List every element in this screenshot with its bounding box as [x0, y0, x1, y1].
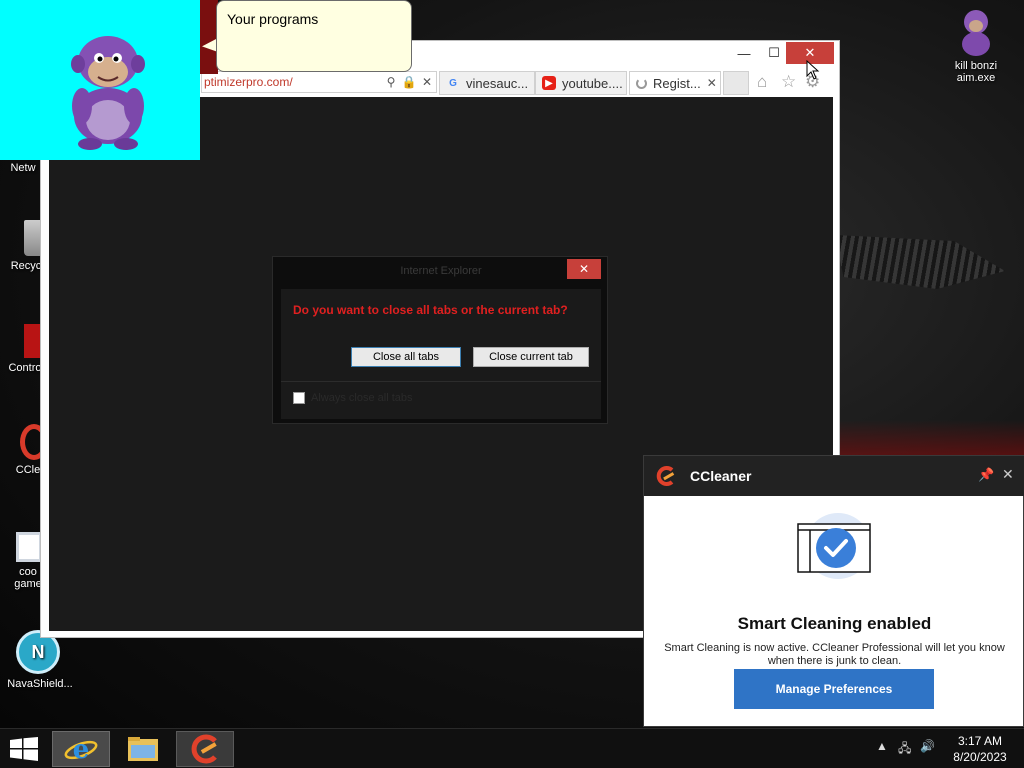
tab-label: youtube.... [562, 75, 623, 91]
ccleaner-heading: Smart Cleaning enabled [737, 614, 932, 633]
taskbar-file-explorer[interactable] [114, 731, 172, 767]
lock-icon[interactable]: 🔒 [400, 75, 418, 89]
speech-text: Your programs [227, 11, 319, 27]
smart-cleaning-check-icon [797, 513, 871, 579]
home-icon[interactable]: ⌂ [757, 72, 767, 92]
ccleaner-icon [191, 734, 217, 764]
tab-label: vinesauc... [466, 75, 529, 91]
ccleaner-logo-icon [656, 466, 675, 486]
wallpaper-shape [835, 235, 1005, 289]
desktop-icon-label: Recyc [10, 260, 42, 272]
taskbar: e ▲ 🖧 🔊 3:17 AM 8/20/2023 [0, 728, 1024, 768]
close-all-tabs-button[interactable]: Close all tabs [351, 347, 461, 367]
dialog-body: Do you want to close all tabs or the cur… [281, 289, 601, 419]
internet-explorer-icon: e [64, 735, 98, 765]
desktop-icon-label: Contro [8, 362, 42, 374]
folder-icon [128, 737, 158, 761]
clock-date: 8/20/2023 [953, 750, 1007, 764]
always-close-checkbox[interactable] [293, 392, 305, 404]
pin-icon[interactable]: 📌 [978, 467, 994, 483]
wallpaper-glow [840, 420, 1024, 460]
youtube-icon: ▶ [542, 76, 556, 90]
search-icon[interactable]: ⚲ [382, 75, 400, 89]
address-text: ptimizerpro.com/ [204, 75, 293, 89]
google-icon: G [449, 77, 457, 89]
manage-preferences-button[interactable]: Manage Preferences [734, 669, 934, 709]
tab-youtube[interactable]: ▶ youtube.... [535, 71, 627, 95]
tab-register[interactable]: Regist... ✕ [629, 71, 721, 95]
dialog-title: Internet Explorer [400, 265, 482, 277]
desktop-icon-label: aim.exe [956, 72, 996, 84]
ccleaner-header: CCleaner 📌 ✕ [644, 456, 1024, 496]
taskbar-clock[interactable]: 3:17 AM 8/20/2023 [940, 733, 1020, 765]
windows-start-icon[interactable] [10, 737, 38, 761]
desktop-icon-kill-bonzi[interactable]: kill bonzi aim.exe [946, 6, 1006, 84]
desktop-icon-navashield[interactable]: N NavaShield... [4, 630, 76, 690]
address-bar[interactable]: ptimizerpro.com/ ⚲ 🔒 ✕ [201, 71, 437, 93]
desktop-icon-label: NavaShield... [7, 678, 73, 690]
show-hidden-icons[interactable]: ▲ [876, 739, 888, 753]
ccleaner-description: Smart Cleaning is now active. CCleaner P… [660, 642, 1009, 668]
bonzi-buddy-panel[interactable] [0, 0, 200, 160]
always-close-label: Always close all tabs [311, 392, 413, 404]
loading-icon [636, 77, 647, 89]
ccleaner-notification: CCleaner 📌 ✕ Smart Cleaning enabled Smar… [643, 455, 1024, 727]
mouse-cursor-icon [806, 60, 820, 80]
stop-icon[interactable]: ✕ [418, 75, 436, 89]
network-icon[interactable]: 🖧 [898, 739, 911, 760]
taskbar-ccleaner[interactable] [176, 731, 234, 767]
tab-label: Regist... [653, 75, 701, 91]
close-current-tab-button[interactable]: Close current tab [473, 347, 589, 367]
volume-icon[interactable]: 🔊 [920, 739, 935, 753]
taskbar-internet-explorer[interactable]: e [52, 731, 110, 767]
dialog-close-button[interactable]: ✕ [567, 259, 601, 279]
ccleaner-close-button[interactable]: ✕ [1002, 466, 1014, 483]
desc-line: Smart Cleaning is now active. CCleaner P… [664, 642, 1005, 654]
desktop-icon-label: Netw [10, 162, 36, 174]
desktop-icon-label: CCle [15, 464, 41, 476]
bonzi-icon [962, 10, 990, 56]
close-tabs-dialog: Internet Explorer ✕ Do you want to close… [272, 256, 608, 424]
bonzi-character-icon [71, 36, 145, 150]
svg-text:e: e [73, 735, 90, 765]
new-tab-button[interactable] [723, 71, 749, 95]
tab-vinesauce[interactable]: G vinesauc... [439, 71, 535, 95]
clock-time: 3:17 AM [957, 734, 1003, 748]
desktop-icon-label: kill bonzi [954, 60, 998, 72]
tab-close-icon[interactable]: ✕ [707, 76, 717, 90]
game-icon [16, 532, 42, 562]
dialog-question: Do you want to close all tabs or the cur… [293, 303, 568, 317]
ccleaner-title: CCleaner [690, 468, 752, 484]
desc-line: when there is junk to clean. [767, 655, 902, 667]
divider [281, 381, 601, 382]
bonzi-speech-bubble: Your programs [216, 0, 412, 72]
favorites-star-icon[interactable]: ☆ [781, 72, 796, 92]
